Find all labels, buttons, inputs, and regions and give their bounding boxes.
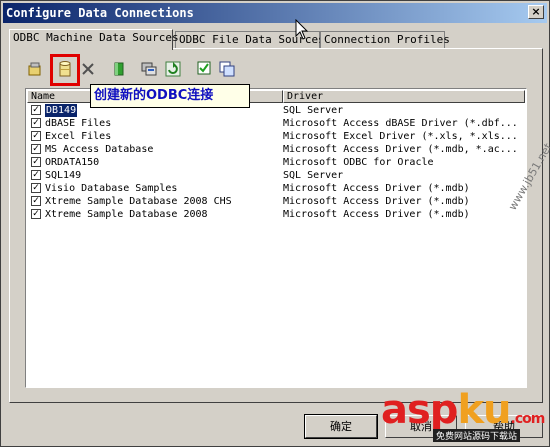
table-row[interactable]: ✓ SQL149 SQL Server (27, 169, 525, 182)
refresh-icon (165, 61, 181, 77)
table-row[interactable]: ✓ MS Access Database Microsoft Access Dr… (27, 143, 525, 156)
delete-icon (82, 63, 94, 75)
refresh-button[interactable] (163, 59, 183, 79)
watermark-logo-suffix: .com (510, 411, 546, 427)
table-row[interactable]: ✓ dBASE Files Microsoft Access dBASE Dri… (27, 117, 525, 130)
table-row[interactable]: ✓ ORDATA150 Microsoft ODBC for Oracle (27, 156, 525, 169)
copy-icon (219, 61, 235, 77)
copy-button[interactable] (217, 59, 237, 79)
ok-button[interactable]: 确定 (304, 414, 378, 439)
row-driver: Microsoft Access Driver (*.mdb) (283, 183, 470, 194)
row-driver: Microsoft Excel Driver (*.xls, *.xls... (283, 131, 518, 142)
row-name: ORDATA150 (45, 157, 100, 168)
configure-dsn-icon (28, 62, 41, 76)
row-driver: Microsoft Access Driver (*.mdb) (283, 196, 470, 207)
table-row[interactable]: ✓ Xtreme Sample Database 2008 Microsoft … (27, 208, 525, 221)
row-name: Xtreme Sample Database 2008 CHS (45, 196, 232, 207)
row-checkbox[interactable]: ✓ (31, 183, 41, 193)
row-driver: Microsoft Access dBASE Driver (*.dbf... (283, 118, 518, 129)
dialog-window: Configure Data Connections × ODBC Machin… (0, 0, 550, 447)
row-name: Visio Database Samples (45, 183, 178, 194)
row-driver: Microsoft ODBC for Oracle (283, 157, 434, 168)
watermark-logo-main: asp (381, 387, 458, 433)
callout-annotation: 创建新的ODBC连接 (90, 84, 250, 108)
row-checkbox[interactable]: ✓ (31, 131, 41, 141)
odbc-admin-button[interactable] (139, 59, 159, 79)
table-row[interactable]: ✓ Visio Database Samples Microsoft Acces… (27, 182, 525, 195)
row-checkbox[interactable]: ✓ (31, 196, 41, 206)
row-checkbox[interactable]: ✓ (31, 105, 41, 115)
row-name: DB149 (45, 104, 78, 117)
row-name: MS Access Database (45, 144, 154, 155)
title-bar: Configure Data Connections × (3, 3, 547, 23)
tab-connection-profiles[interactable]: Connection Profiles (320, 31, 450, 49)
mouse-cursor-icon (295, 19, 309, 40)
select-all-button[interactable] (195, 59, 215, 79)
row-checkbox[interactable]: ✓ (31, 118, 41, 128)
row-driver: SQL Server (283, 170, 344, 181)
close-button[interactable]: × (528, 5, 544, 19)
column-header-driver[interactable]: Driver (283, 90, 525, 103)
row-checkbox[interactable]: ✓ (31, 170, 41, 180)
table-row[interactable]: ✓ Xtreme Sample Database 2008 CHS Micros… (27, 195, 525, 208)
table-row[interactable]: ✓ Excel Files Microsoft Excel Driver (*.… (27, 130, 525, 143)
row-checkbox[interactable]: ✓ (31, 209, 41, 219)
row-driver: Microsoft Access Driver (*.mdb, *.ac... (283, 144, 518, 155)
watermark-logo-accent: ku (457, 387, 511, 433)
row-name: Excel Files (45, 131, 112, 142)
watermark-logo: aspku.com (381, 387, 546, 433)
select-all-icon (197, 61, 211, 75)
configure-dsn-button[interactable] (25, 59, 45, 79)
row-checkbox[interactable]: ✓ (31, 157, 41, 167)
tab-odbc-machine-data-sources[interactable]: ODBC Machine Data Sources (9, 29, 179, 50)
row-name: SQL149 (45, 170, 82, 181)
row-driver: Microsoft Access Driver (*.mdb) (283, 209, 470, 220)
row-driver: SQL Server (283, 105, 344, 116)
row-checkbox[interactable]: ✓ (31, 144, 41, 154)
test-connection-button[interactable] (109, 59, 129, 79)
row-name: Xtreme Sample Database 2008 (45, 209, 208, 220)
window-title: Configure Data Connections (6, 6, 194, 20)
delete-button[interactable] (78, 59, 98, 79)
data-source-list[interactable]: Name Driver ✓ DB149 SQL Server ✓ dBASE F… (25, 88, 527, 388)
watermark-subtitle: 免费网站源码下载站 (433, 429, 521, 442)
test-connection-icon (114, 62, 124, 76)
highlight-box (50, 54, 80, 86)
odbc-admin-icon (141, 62, 157, 76)
row-name: dBASE Files (45, 118, 112, 129)
